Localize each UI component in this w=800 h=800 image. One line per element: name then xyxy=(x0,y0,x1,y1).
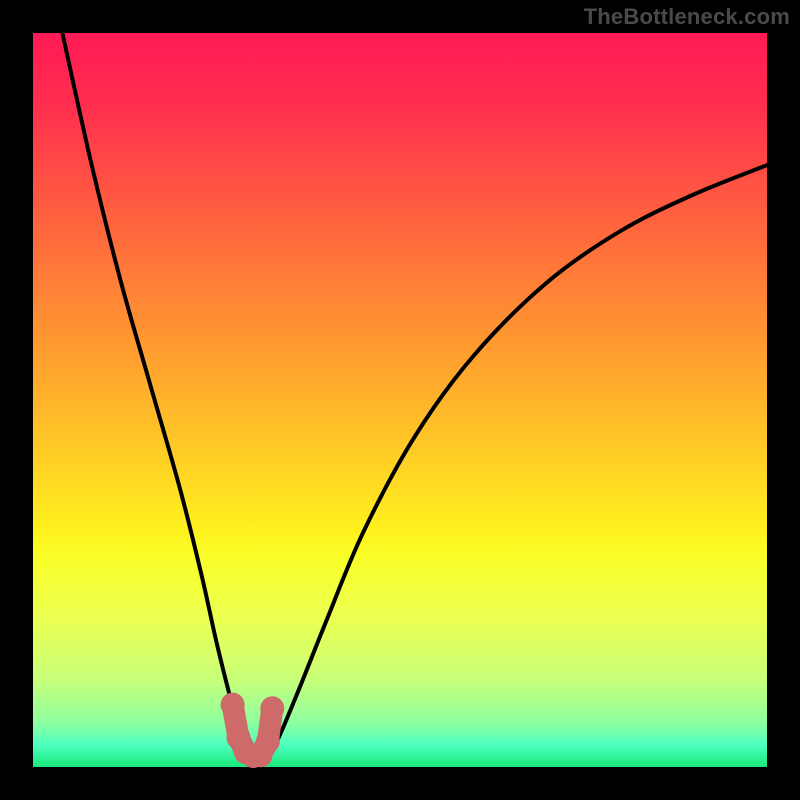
highlight-dot xyxy=(221,693,245,717)
app-frame: TheBottleneck.com xyxy=(0,0,800,800)
highlight-dot xyxy=(260,696,284,720)
highlight-dot xyxy=(256,729,280,753)
bottleneck-chart xyxy=(0,0,800,800)
watermark-text: TheBottleneck.com xyxy=(584,4,790,30)
chart-background xyxy=(33,33,767,767)
